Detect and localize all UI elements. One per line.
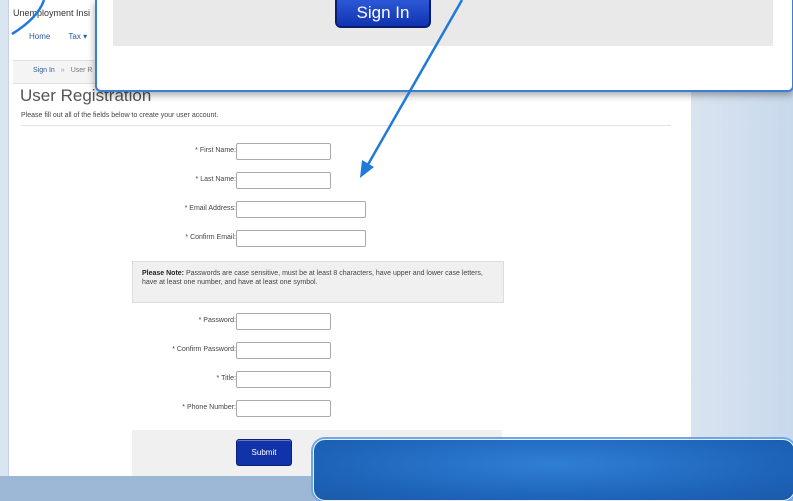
callout-bubble (313, 439, 793, 501)
submit-button[interactable]: Submit (236, 439, 292, 466)
confirm-password-label: * Confirm Password: (172, 346, 236, 353)
popup-panel (113, 0, 773, 46)
breadcrumb-current: User R (70, 67, 93, 74)
last-name-label: * Last Name: (195, 176, 236, 183)
confirm-password-field[interactable] (236, 342, 331, 359)
divider (21, 125, 671, 126)
first-name-field[interactable] (236, 143, 331, 160)
email-row: * Email Address: (9, 201, 691, 219)
site-title: Unemployment Insi (13, 8, 91, 18)
note-heading: Please Note: (142, 270, 185, 277)
breadcrumb-sign-in[interactable]: Sign In (33, 67, 55, 74)
last-name-row: * Last Name: (9, 172, 691, 190)
top-nav: Home Tax ▾ (29, 32, 103, 41)
confirm-email-field[interactable] (236, 230, 366, 247)
confirm-email-label: * Confirm Email: (185, 234, 236, 241)
email-label: * Email Address: (184, 205, 236, 212)
title-field[interactable] (236, 371, 331, 388)
phone-row: * Phone Number: (9, 400, 691, 418)
last-name-field[interactable] (236, 172, 331, 189)
breadcrumb-separator: » (60, 67, 65, 74)
note-text: Passwords are case sensitive, must be at… (142, 270, 483, 286)
nav-home[interactable]: Home (29, 32, 50, 41)
first-name-label: * First Name: (195, 147, 236, 154)
password-label: * Password: (198, 317, 236, 324)
sign-in-button[interactable]: Sign In (335, 0, 431, 28)
confirm-email-row: * Confirm Email: (9, 230, 691, 248)
password-row: * Password: (9, 313, 691, 331)
password-field[interactable] (236, 313, 331, 330)
right-side-panel (690, 92, 793, 476)
phone-field[interactable] (236, 400, 331, 417)
intro-text: Please fill out all of the fields below … (21, 112, 219, 119)
password-note: Please Note: Passwords are case sensitiv… (132, 261, 504, 303)
email-field[interactable] (236, 201, 366, 218)
title-label: * Title: (216, 375, 236, 382)
nav-tax[interactable]: Tax ▾ (68, 32, 87, 41)
confirm-password-row: * Confirm Password: (9, 342, 691, 360)
sign-in-popup: Sign In (95, 0, 793, 92)
left-edge (0, 0, 8, 476)
title-row: * Title: (9, 371, 691, 389)
first-name-row: * First Name: (9, 143, 691, 161)
phone-label: * Phone Number: (182, 404, 236, 411)
